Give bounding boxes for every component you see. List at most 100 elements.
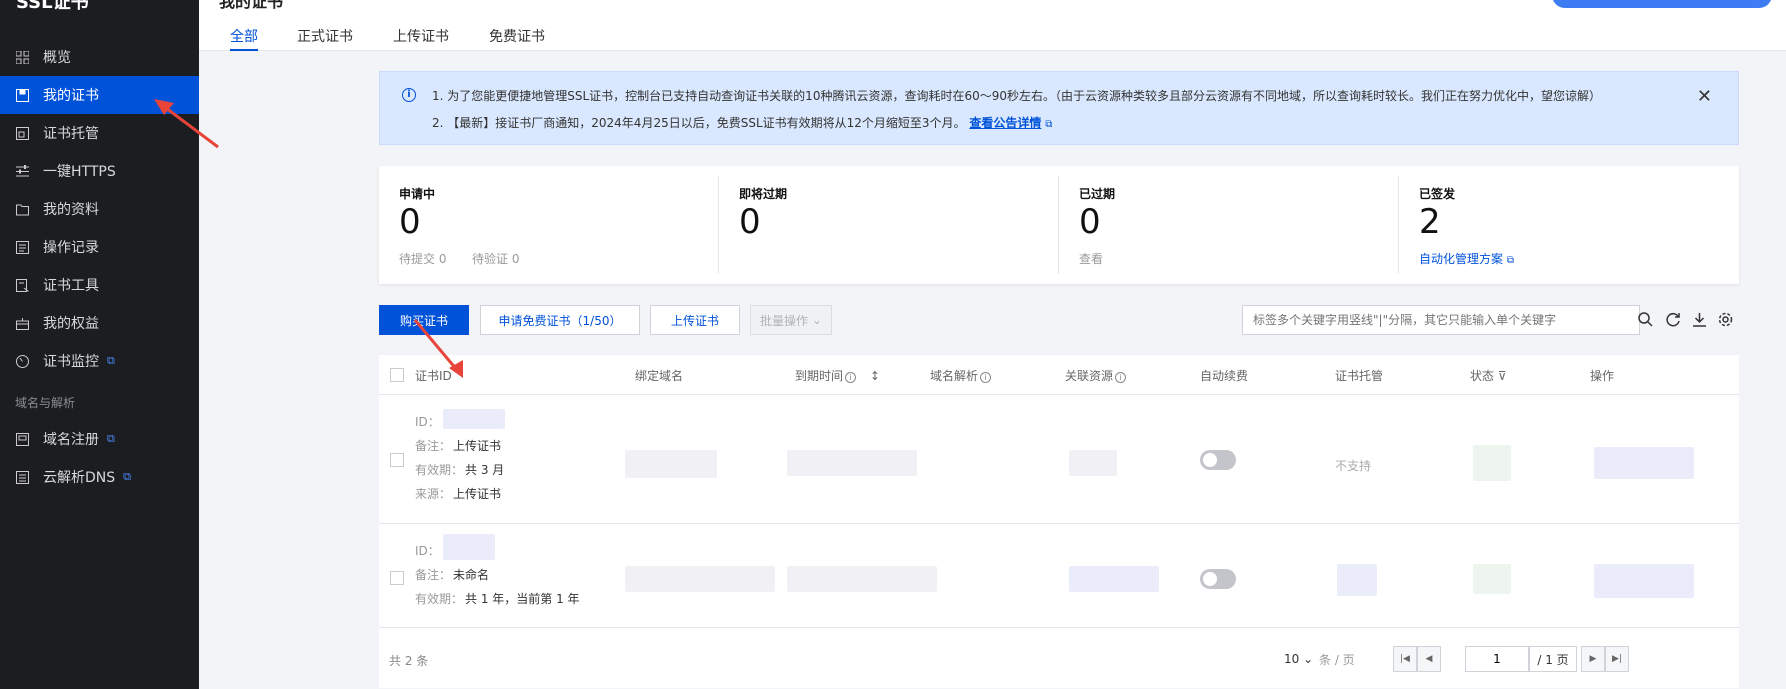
stat-view-link[interactable]: 查看 <box>1079 250 1103 267</box>
upload-certificate-button[interactable]: 上传证书 <box>650 305 740 335</box>
note-label: 备注： <box>415 439 452 453</box>
sidebar-group-label: 域名与解析 <box>15 396 76 410</box>
stat-expiring: 即将过期 0 <box>719 166 1059 284</box>
blurred-expiry <box>787 450 917 476</box>
cert-validity: 有效期：共 1 年，当前第 1 年 <box>415 590 580 607</box>
sidebar: SSL证书 概览 我的证书 证书托管 一键HTTPS 我的资料 操作记录 证书工… <box>0 0 199 689</box>
stat-expired: 已过期 0 查看 <box>1059 166 1399 284</box>
help-icon[interactable]: i <box>980 372 992 383</box>
cert-source: 来源： 上传证书 <box>415 485 501 502</box>
blurred-cert-id[interactable] <box>443 409 505 429</box>
column-header: 证书托管 <box>1335 369 1384 383</box>
page-size-value: 10 <box>1284 652 1300 666</box>
blurred-hosting <box>1337 564 1377 596</box>
stat-pending: 申请中 0 待提交 0 待验证 0 <box>379 166 719 284</box>
refresh-icon[interactable] <box>1664 310 1682 328</box>
notice-details-link[interactable]: 查看公告详情 <box>969 116 1041 130</box>
sidebar-item-dns[interactable]: 云解析DNS ⧉ <box>0 458 199 496</box>
column-header-expiry[interactable]: 到期时间 i ↕ <box>795 367 880 384</box>
sidebar-item-domain-registration[interactable]: 域名注册 ⧉ <box>0 420 199 458</box>
notice-line-1: 1. 为了您能更便捷地管理SSL证书，控制台已支持自动查询证书关联的10种腾讯云… <box>432 89 1602 103</box>
validity-value: 共 1 年，当前第 1 年 <box>465 592 580 606</box>
blurred-status <box>1473 445 1511 481</box>
batch-operation-dropdown[interactable]: 批量操作 ⌄ <box>750 305 832 335</box>
blurred-actions[interactable] <box>1594 447 1694 479</box>
table-row: ID： 备注： 上传证书 有效期：共 3 月 来源： 上传证书 不支持 <box>379 395 1739 524</box>
stat-label: 已过期 <box>1079 187 1116 201</box>
cert-note: 备注： 上传证书 <box>415 437 501 454</box>
blurred-cert-id[interactable] <box>443 534 495 560</box>
sidebar-item-my-info[interactable]: 我的资料 <box>0 190 199 228</box>
next-page-icon[interactable]: ▶ <box>1581 646 1605 672</box>
cert-id: ID： <box>415 542 440 559</box>
blurred-actions[interactable] <box>1594 564 1694 598</box>
page-size-select[interactable]: 10 ⌄ <box>1284 646 1313 672</box>
stat-value: 0 <box>739 202 761 242</box>
stat-value: 0 <box>399 202 421 242</box>
column-header: 证书ID <box>415 369 452 383</box>
row-checkbox[interactable] <box>390 453 404 467</box>
cert-note: 备注： 未命名 <box>415 566 489 583</box>
close-icon[interactable]: ✕ <box>1697 86 1712 107</box>
sidebar-item-tools[interactable]: 证书工具 <box>0 266 199 304</box>
sidebar-item-logs[interactable]: 操作记录 <box>0 228 199 266</box>
last-page-icon[interactable]: ▶| <box>1605 646 1629 672</box>
note-value: 上传证书 <box>453 439 502 453</box>
sidebar-item-label: 操作记录 <box>43 240 99 256</box>
row-checkbox[interactable] <box>390 571 404 585</box>
domain-icon <box>15 432 29 446</box>
stat-label: 申请中 <box>399 187 436 201</box>
automation-link[interactable]: 自动化管理方案 ⧉ <box>1419 250 1514 267</box>
column-header-label: 关联资源 <box>1065 369 1114 383</box>
stat-sub-verify[interactable]: 待验证 0 <box>472 250 519 267</box>
prev-page-icon[interactable]: ◀ <box>1417 646 1441 672</box>
sort-icon[interactable]: ↕ <box>870 369 880 383</box>
external-link-icon: ⧉ <box>1045 119 1053 130</box>
search-icon[interactable] <box>1636 310 1654 328</box>
certificate-table: 证书ID 绑定域名 到期时间 i ↕ 域名解析 i 关联资源 i 自动续费 证书托管 … <box>379 355 1739 688</box>
apply-free-certificate-button[interactable]: 申请免费证书（1/50） <box>480 305 640 335</box>
certificate-icon <box>15 88 29 102</box>
external-link-icon: ⧉ <box>1506 255 1514 266</box>
top-bar: 我的证书 全部 正式证书 上传证书 免费证书 <box>199 0 1786 51</box>
sidebar-item-my-certificates[interactable]: 我的证书 <box>0 76 199 114</box>
tab-free[interactable]: 免费证书 <box>489 26 545 51</box>
column-header: 绑定域名 <box>635 369 684 383</box>
tab-official[interactable]: 正式证书 <box>297 26 353 51</box>
sidebar-item-label: 云解析DNS <box>43 470 116 486</box>
sidebar-item-label: 域名注册 <box>43 432 99 448</box>
sidebar-item-benefits[interactable]: 我的权益 <box>0 304 199 342</box>
batch-label: 批量操作 <box>760 313 809 328</box>
top-promo-button[interactable] <box>1552 0 1772 8</box>
help-icon[interactable]: i <box>845 372 857 383</box>
tab-uploaded[interactable]: 上传证书 <box>393 26 449 51</box>
validity-value: 共 3 月 <box>465 463 505 477</box>
filter-icon[interactable]: ⊽ <box>1498 369 1507 383</box>
buy-certificate-button[interactable]: 购买证书 <box>379 305 469 335</box>
first-page-icon[interactable]: |◀ <box>1393 646 1417 672</box>
tab-all[interactable]: 全部 <box>230 26 258 51</box>
select-all-checkbox[interactable] <box>390 368 404 382</box>
total-pages: / 1 页 <box>1529 646 1577 672</box>
auto-renew-toggle[interactable] <box>1200 569 1236 589</box>
column-header-status[interactable]: 状态 ⊽ <box>1470 367 1507 384</box>
note-value: 未命名 <box>453 568 490 582</box>
download-icon[interactable] <box>1690 310 1708 328</box>
search-input[interactable] <box>1242 305 1640 335</box>
id-label: ID： <box>415 544 440 558</box>
sidebar-item-overview[interactable]: 概览 <box>0 38 199 76</box>
auto-renew-toggle[interactable] <box>1200 450 1236 470</box>
sidebar-item-hosting[interactable]: 证书托管 <box>0 114 199 152</box>
settings-icon[interactable] <box>1716 310 1734 328</box>
hosting-icon <box>15 126 29 140</box>
sidebar-item-https[interactable]: 一键HTTPS <box>0 152 199 190</box>
page-title: 我的证书 <box>219 0 284 11</box>
stat-label: 即将过期 <box>739 187 788 201</box>
help-icon[interactable]: i <box>1115 372 1127 383</box>
stat-sub-submit[interactable]: 待提交 0 <box>399 250 446 267</box>
table-header: 证书ID 绑定域名 到期时间 i ↕ 域名解析 i 关联资源 i 自动续费 证书托管 … <box>379 355 1739 395</box>
page-number-input[interactable] <box>1465 646 1529 672</box>
per-page-label: 条 / 页 <box>1319 652 1355 667</box>
chevron-down-icon: ⌄ <box>1303 652 1314 666</box>
sidebar-item-monitor[interactable]: 证书监控 ⧉ <box>0 342 199 380</box>
